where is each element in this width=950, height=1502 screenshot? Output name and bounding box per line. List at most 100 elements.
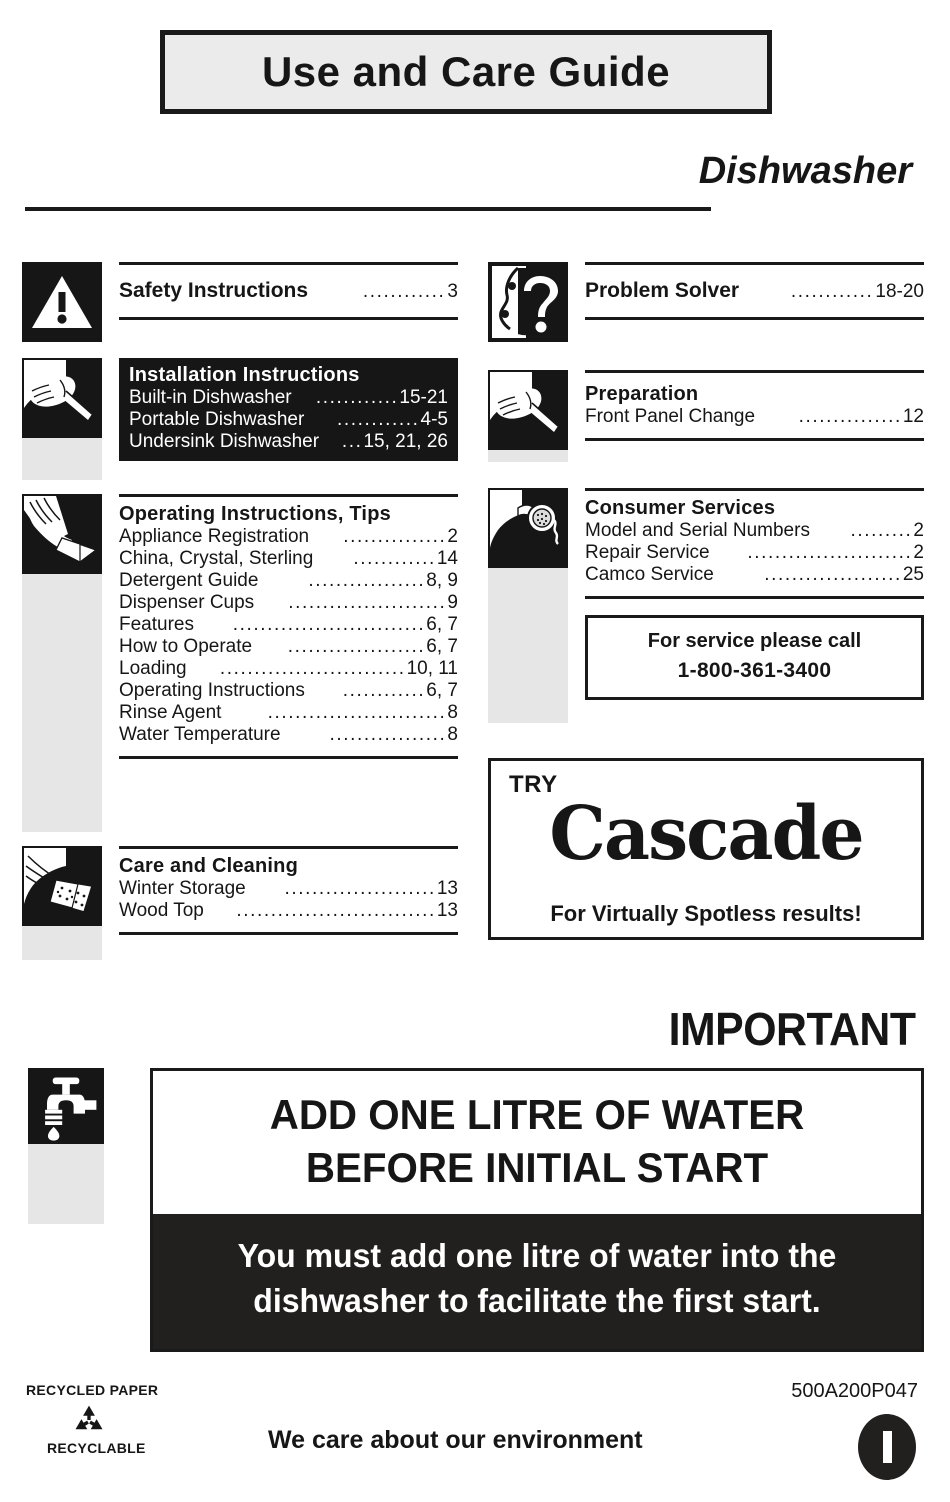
- recycle-mobius-icon: [72, 1404, 106, 1436]
- care-heading: Care and Cleaning: [119, 855, 298, 877]
- entry-page: 2: [913, 520, 924, 541]
- entry-leader: ...........................: [219, 658, 406, 679]
- preparation-icon-column: [488, 370, 568, 462]
- entry-label: Water Temperature: [119, 724, 281, 745]
- hand-sponge-icon: [22, 846, 102, 926]
- section-consumer-services: Consumer Services Model and Serial Numbe…: [488, 488, 924, 723]
- safety-body: Safety Instructions ............ 3: [102, 262, 458, 320]
- entry-label: Features: [119, 614, 194, 635]
- important-body-text: You must add one litre of water into the…: [237, 1237, 837, 1319]
- important-heading: IMPORTANT: [669, 1003, 916, 1055]
- entry-page: 13: [436, 878, 458, 899]
- operating-heading: Operating Instructions, Tips: [119, 503, 391, 525]
- entry-page: 8: [447, 724, 458, 745]
- entry-page: 12: [902, 406, 924, 427]
- operating-body: Operating Instructions, Tips Appliance R…: [102, 494, 458, 759]
- right-column: Problem Solver ............ 18-20 Prepar…: [488, 262, 924, 723]
- service-phone-box: For service please call 1-800-361-3400: [585, 615, 924, 700]
- service-phone-number[interactable]: 1-800-361-3400: [592, 659, 917, 683]
- consumer-services-icon-tail: [488, 568, 568, 723]
- section-operating-instructions: Operating Instructions, Tips Appliance R…: [22, 494, 458, 832]
- operating-entry: Detergent Guide ................. 8, 9: [119, 570, 458, 592]
- problem-solver-rule-bottom: [585, 317, 924, 320]
- hand-screwdriver-icon: [22, 358, 102, 438]
- care-icon-column: [22, 846, 102, 960]
- entry-leader: .............................: [236, 900, 436, 921]
- operating-entry: Water Temperature ................. 8: [119, 724, 458, 746]
- operating-entry: How to Operate .................... 6, 7: [119, 636, 458, 658]
- entry-leader: ............: [336, 409, 420, 430]
- operating-entry: Rinse Agent .......................... 8: [119, 702, 458, 724]
- consumer-services-icon-column: [488, 488, 568, 723]
- entry-page: 6, 7: [426, 636, 458, 657]
- installation-icon-tail: [22, 438, 102, 480]
- section-installation-instructions: Installation Instructions Built-in Dishw…: [22, 358, 458, 480]
- preparation-icon-tail: [488, 450, 568, 462]
- recyclable-label: RECYCLABLE: [47, 1440, 146, 1456]
- installation-body: Installation Instructions Built-in Dishw…: [102, 358, 458, 461]
- entry-label: Camco Service: [585, 564, 714, 585]
- left-column: Safety Instructions ............ 3 Insta…: [22, 262, 458, 960]
- important-icon-column: [28, 1068, 104, 1224]
- entry-leader: ..........................: [267, 702, 447, 723]
- operating-icon-column: [22, 494, 102, 832]
- safety-page: 3: [447, 281, 458, 302]
- operating-entry: Appliance Registration ............... 2: [119, 526, 458, 548]
- operating-entry: China, Crystal, Sterling ............ 14: [119, 548, 458, 570]
- hand-screwdriver-icon: [488, 370, 568, 450]
- entry-label: Wood Top: [119, 900, 204, 921]
- problem-solver-leader: ............: [790, 281, 874, 302]
- important-notice-white-panel: ADD ONE LITRE OF WATER BEFORE INITIAL ST…: [153, 1071, 921, 1214]
- entry-leader: .................: [329, 724, 447, 745]
- faucet-water-drop-icon: [28, 1068, 104, 1144]
- entry-leader: .................: [308, 570, 426, 591]
- entry-label: Built-in Dishwasher: [129, 387, 292, 408]
- care-entry: Wood Top ............................. 1…: [119, 900, 458, 922]
- face-question-mark-icon: [488, 262, 568, 342]
- important-line-1: ADD ONE LITRE OF WATER: [269, 1091, 805, 1138]
- care-rule-bottom: [119, 932, 458, 935]
- section-preparation: Preparation Front Panel Change .........…: [488, 370, 924, 462]
- entry-label: Winter Storage: [119, 878, 246, 899]
- entry-leader: ............: [342, 680, 426, 701]
- ad-tagline: For Virtually Spotless results!: [550, 901, 862, 926]
- care-icon-tail: [22, 926, 102, 960]
- important-icon-tail: [28, 1144, 104, 1224]
- consumer-services-entry: Model and Serial Numbers ......... 2: [585, 520, 924, 542]
- entry-leader: ...............: [343, 526, 447, 547]
- installation-entry: Portable Dishwasher ............ 4-5: [129, 409, 448, 431]
- header-divider: [25, 207, 711, 211]
- entry-label: Appliance Registration: [119, 526, 310, 547]
- preparation-body: Preparation Front Panel Change .........…: [568, 370, 924, 441]
- entry-label: Dispenser Cups: [119, 592, 255, 613]
- section-safety-instructions: Safety Instructions ............ 3: [22, 262, 458, 342]
- operating-entry: Operating Instructions ............ 6, 7: [119, 680, 458, 702]
- badge-bar: [882, 1431, 892, 1463]
- preparation-heading: Preparation: [585, 383, 699, 405]
- problem-solver-icon-column: [488, 262, 568, 342]
- entry-leader: ......................: [284, 878, 436, 899]
- entry-leader: .........: [850, 520, 913, 541]
- care-entry: Winter Storage ...................... 13: [119, 878, 458, 900]
- important-line-2: BEFORE INITIAL START: [305, 1143, 769, 1191]
- consumer-services-rule-bottom: [585, 596, 924, 599]
- entry-label: Undersink Dishwasher: [129, 431, 320, 452]
- warning-triangle-icon: [22, 262, 102, 342]
- entry-page: 14: [436, 548, 458, 569]
- consumer-services-heading: Consumer Services: [585, 497, 776, 519]
- problem-solver-page: 18-20: [875, 281, 924, 302]
- care-body: Care and Cleaning Winter Storage .......…: [102, 846, 458, 935]
- product-subtitle: Dishwasher: [698, 150, 912, 192]
- cascade-advertisement: TRY Cascade For Virtually Spotless resul…: [488, 758, 924, 940]
- entry-leader: ...: [341, 431, 363, 452]
- installation-panel: Installation Instructions Built-in Dishw…: [119, 358, 458, 461]
- entry-leader: ............: [315, 387, 399, 408]
- phone-operator-icon: [488, 488, 568, 568]
- consumer-services-entry: Repair Service ........................ …: [585, 542, 924, 564]
- safety-heading-row: Safety Instructions ............ 3: [119, 279, 458, 303]
- consumer-services-entry: Camco Service .................... 25: [585, 564, 924, 586]
- entry-page: 2: [913, 542, 924, 563]
- page-title: Use and Care Guide: [261, 48, 671, 95]
- entry-leader: ....................: [287, 636, 426, 657]
- entry-label: Front Panel Change: [585, 406, 756, 427]
